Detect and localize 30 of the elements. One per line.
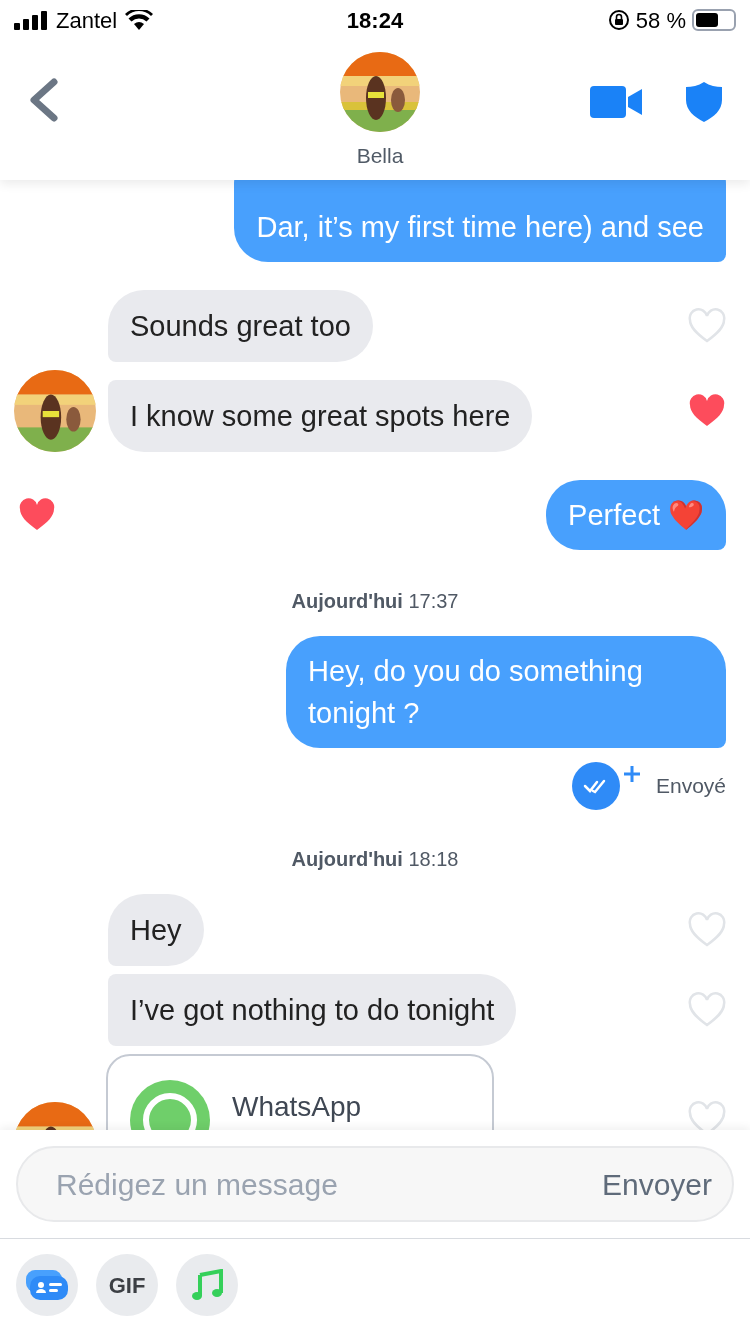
contact-name: Bella xyxy=(356,143,404,169)
sent-message: Dar, it’s my first time here) and see xyxy=(234,180,726,262)
card-title: WhatsApp xyxy=(232,1090,362,1124)
back-icon[interactable] xyxy=(28,78,60,122)
sent-status: Envoyé xyxy=(655,773,726,800)
message-field[interactable]: Rédigez un message Envoyer xyxy=(16,1146,734,1222)
heart-icon[interactable] xyxy=(18,497,56,533)
sent-message: Perfect ❤ xyxy=(546,480,726,550)
carrier-name: Zantel xyxy=(56,6,118,35)
shield-icon[interactable] xyxy=(686,82,722,122)
received-message: I know some great spots here xyxy=(108,380,533,452)
read-receipt-icon[interactable] xyxy=(571,762,642,810)
battery-icon xyxy=(692,9,736,31)
received-message: Hey xyxy=(108,894,204,966)
signal-icon xyxy=(14,10,48,30)
received-message: I’ve got nothing to do tonight xyxy=(108,974,517,1046)
send-button[interactable]: Envoyer xyxy=(601,1161,712,1207)
date-separator: Aujourd'hui 17:37 xyxy=(291,589,459,614)
heart-icon[interactable] xyxy=(688,393,726,429)
sent-message: Hey, do you do something tonight ? xyxy=(286,636,726,748)
music-note-icon xyxy=(191,1269,223,1301)
clock-time: 18:24 xyxy=(346,6,404,35)
rotation-lock-icon xyxy=(607,9,630,31)
wifi-icon xyxy=(125,10,154,30)
video-camera-icon[interactable] xyxy=(590,86,642,118)
gif-button[interactable]: GIF xyxy=(96,1254,158,1316)
battery-percent: 58 % xyxy=(635,6,686,35)
received-message: Sounds great too xyxy=(108,290,373,362)
id-card-icon xyxy=(26,1270,68,1300)
date-separator: Aujourd'hui 18:18 xyxy=(291,847,459,872)
